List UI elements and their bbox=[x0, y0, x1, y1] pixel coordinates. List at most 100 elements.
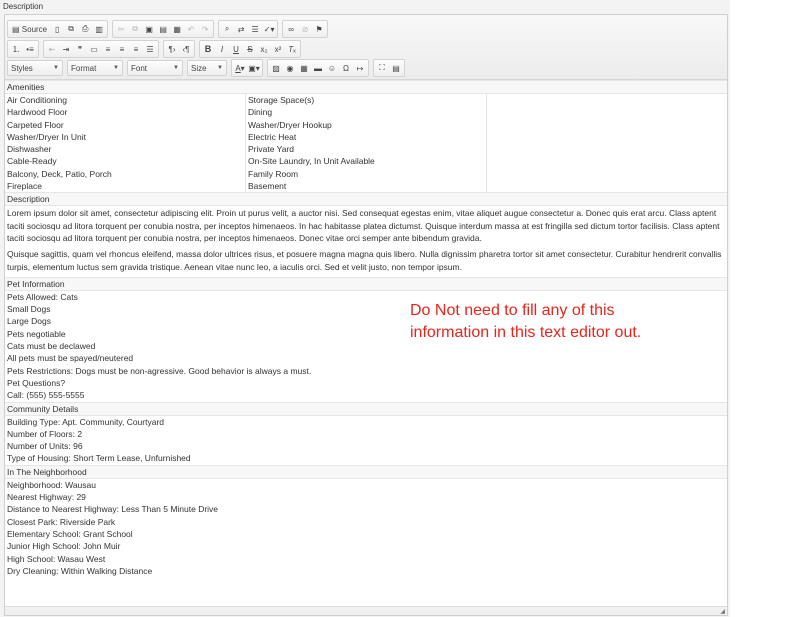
underline-button[interactable]: U bbox=[229, 42, 243, 56]
source-button[interactable]: ▤ Source bbox=[9, 22, 50, 36]
align-right-button[interactable]: ≡ bbox=[129, 42, 143, 56]
community-line: Number of Units: 96 bbox=[7, 441, 83, 452]
amenity-cell: On-Site Laundry, In Unit Available bbox=[245, 155, 487, 168]
amenities-row: Cable-Ready On-Site Laundry, In Unit Avai… bbox=[5, 155, 728, 168]
spellcheck-button[interactable]: ✓▾ bbox=[262, 22, 276, 36]
remove-format-icon: Tₓ bbox=[288, 44, 296, 54]
neighborhood-header: In The Neighborhood bbox=[5, 464, 727, 479]
flash-button[interactable]: ◉ bbox=[283, 61, 297, 75]
size-dropdown[interactable]: Size ▼ bbox=[187, 60, 227, 76]
rtl-button[interactable]: ‹¶ bbox=[179, 42, 193, 56]
redo-button[interactable]: ↷ bbox=[198, 22, 212, 36]
maximize-button[interactable]: ⛶ bbox=[375, 61, 389, 75]
ltr-icon: ¶› bbox=[168, 44, 176, 54]
background-color-button[interactable]: ▣▾ bbox=[247, 61, 261, 75]
text-color-icon: A▾ bbox=[235, 63, 245, 73]
amenity-cell-empty bbox=[487, 143, 728, 155]
align-left-button[interactable]: ≡ bbox=[101, 42, 115, 56]
bulleted-list-button[interactable]: •≡ bbox=[23, 42, 37, 56]
smiley-button[interactable]: ☺ bbox=[325, 61, 339, 75]
neighborhood-line: Neighborhood: Wausau bbox=[7, 479, 96, 490]
text-color-button[interactable]: A▾ bbox=[233, 61, 247, 75]
subscript-button[interactable]: x₂ bbox=[257, 42, 271, 56]
source-label: Source bbox=[21, 24, 48, 34]
flash-icon: ◉ bbox=[286, 63, 294, 73]
paste-icon: ▣ bbox=[145, 24, 153, 34]
remove-format-button[interactable]: Tₓ bbox=[285, 42, 299, 56]
templates-button[interactable]: ▥ bbox=[92, 22, 106, 36]
table-button[interactable]: ▦ bbox=[297, 61, 311, 75]
annotation-note: Do Not need to fill any of this informat… bbox=[410, 302, 642, 341]
italic-icon: I bbox=[220, 44, 224, 54]
new-page-button[interactable]: ▯ bbox=[50, 22, 64, 36]
bold-icon: B bbox=[204, 44, 212, 54]
amenity-cell: Hardwood Floor bbox=[7, 107, 68, 118]
amenity-cell-empty bbox=[487, 119, 728, 131]
find-button[interactable]: ⌕ bbox=[220, 22, 234, 36]
amenities-row: Dishwasher Private Yard bbox=[5, 143, 728, 156]
community-line: Type of Housing: Short Term Lease, Unfur… bbox=[7, 453, 191, 464]
paste-word-button[interactable]: ▦ bbox=[170, 22, 184, 36]
font-dropdown[interactable]: Font ▼ bbox=[127, 60, 183, 76]
anchor-button[interactable]: ⚑ bbox=[312, 22, 326, 36]
amenity-cell: Washer/Dryer In Unit bbox=[7, 131, 87, 142]
outdent-button[interactable]: ⇤ bbox=[45, 42, 59, 56]
format-label: Format bbox=[71, 63, 97, 73]
undo-button[interactable]: ↶ bbox=[184, 22, 198, 36]
numbered-list-button[interactable]: ⒈ bbox=[9, 42, 23, 56]
paste-text-button[interactable]: ▤ bbox=[156, 22, 170, 36]
align-center-button[interactable]: ≡ bbox=[115, 42, 129, 56]
show-blocks-button[interactable]: ▤ bbox=[389, 61, 403, 75]
blockquote-button[interactable]: ❞ bbox=[73, 42, 87, 56]
unlink-button[interactable]: ⊘ bbox=[298, 22, 312, 36]
flag-icon: ⚑ bbox=[315, 24, 323, 34]
indent-button[interactable]: ⇥ bbox=[59, 42, 73, 56]
pet-line: Pet Questions? bbox=[7, 377, 66, 388]
neighborhood-line: Elementary School: Grant School bbox=[7, 528, 133, 539]
horizontal-line-button[interactable]: ▬ bbox=[311, 61, 325, 75]
div-button[interactable]: ▭ bbox=[87, 42, 101, 56]
editor-toolbar: ▤ Source ▯ ⧉ ⎙ ▥ ✂ ⧉ ▣ ▤ ▦ ↶ ↷ ⌕ ⇄ ☰ ✓▾ … bbox=[5, 15, 727, 80]
amenity-cell-empty bbox=[487, 131, 728, 143]
show-blocks-icon: ▤ bbox=[392, 63, 400, 73]
community-line: Building Type: Apt. Community, Courtyard bbox=[7, 416, 165, 427]
paste-word-icon: ▦ bbox=[173, 24, 181, 34]
ltr-button[interactable]: ¶› bbox=[165, 42, 179, 56]
link-button[interactable]: ∞ bbox=[284, 22, 298, 36]
replace-button[interactable]: ⇄ bbox=[234, 22, 248, 36]
neighborhood-line: Distance to Nearest Highway: Less Than 5… bbox=[7, 504, 219, 515]
styles-dropdown[interactable]: Styles ▼ bbox=[7, 60, 63, 76]
resize-handle-icon[interactable]: ◢ bbox=[720, 608, 725, 615]
font-label: Font bbox=[131, 63, 148, 73]
bold-button[interactable]: B bbox=[201, 42, 215, 56]
template-icon: ▥ bbox=[95, 24, 103, 34]
select-all-button[interactable]: ☰ bbox=[248, 22, 262, 36]
strike-button[interactable]: S bbox=[243, 42, 257, 56]
omega-icon: Ω bbox=[343, 63, 349, 73]
format-dropdown[interactable]: Format ▼ bbox=[67, 60, 123, 76]
page-break-button[interactable]: ↦ bbox=[353, 61, 367, 75]
preview-button[interactable]: ⧉ bbox=[64, 22, 78, 36]
amenity-cell: Air Conditioning bbox=[7, 95, 68, 105]
neighborhood-line: Dry Cleaning: Within Walking Distance bbox=[7, 565, 153, 576]
horizontal-line-icon: ▬ bbox=[314, 63, 322, 73]
paste-button[interactable]: ▣ bbox=[142, 22, 156, 36]
special-char-button[interactable]: Ω bbox=[339, 61, 353, 75]
superscript-button[interactable]: x² bbox=[271, 42, 285, 56]
print-button[interactable]: ⎙ bbox=[78, 22, 92, 36]
amenities-row: Hardwood Floor Dining bbox=[5, 106, 728, 119]
search-icon: ⌕ bbox=[224, 24, 230, 33]
amenity-cell: Balcony, Deck, Patio, Porch bbox=[7, 168, 112, 179]
page-break-icon: ↦ bbox=[356, 63, 364, 73]
community-header: Community Details bbox=[5, 401, 727, 416]
amenity-cell-empty bbox=[487, 106, 728, 118]
image-button[interactable]: ▨ bbox=[269, 61, 283, 75]
chevron-down-icon: ▼ bbox=[217, 65, 223, 71]
spellcheck-icon: ✓▾ bbox=[263, 24, 275, 34]
copy-button[interactable]: ⧉ bbox=[128, 22, 142, 36]
amenity-cell-empty bbox=[487, 180, 728, 192]
cut-button[interactable]: ✂ bbox=[114, 22, 128, 36]
justify-button[interactable]: ☰ bbox=[143, 42, 157, 56]
italic-button[interactable]: I bbox=[215, 42, 229, 56]
amenity-cell-empty bbox=[487, 155, 728, 167]
